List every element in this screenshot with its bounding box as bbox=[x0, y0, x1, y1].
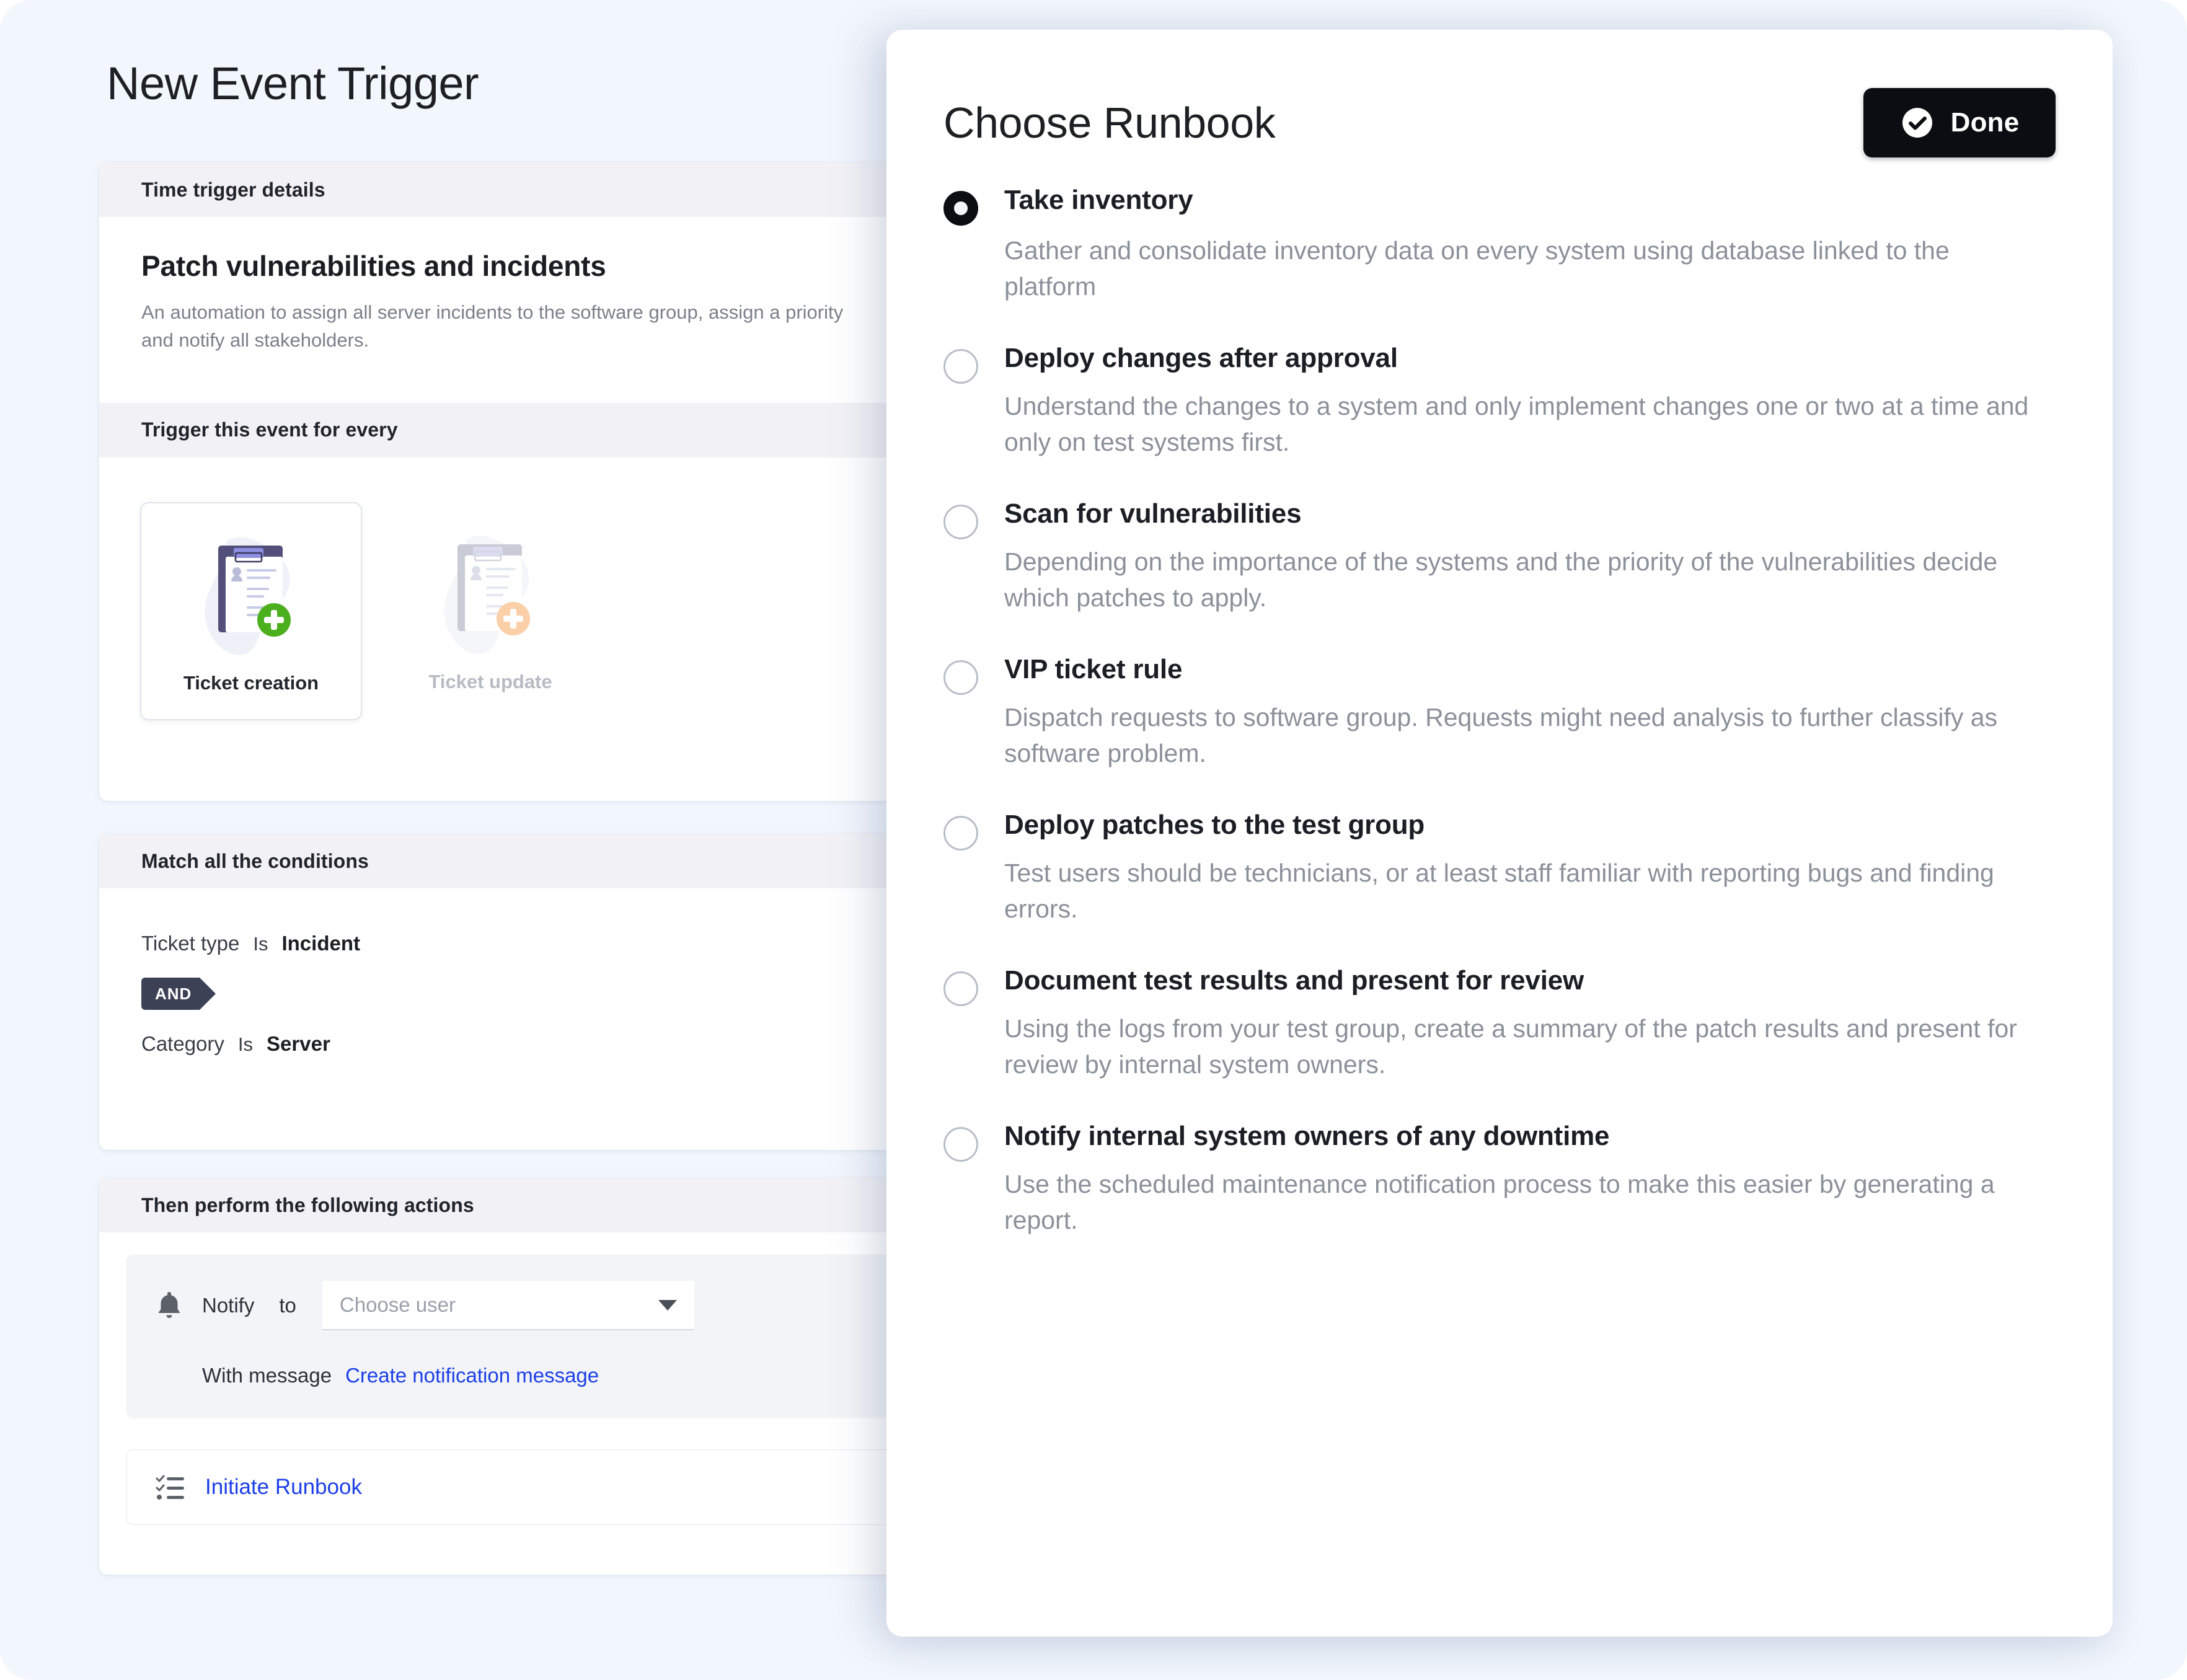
condition-row: Category Is Server bbox=[141, 1032, 917, 1056]
section-banner-label: Then perform the following actions bbox=[141, 1193, 474, 1216]
runbook-option-list: Take inventory Gather and consolidate in… bbox=[886, 185, 2113, 1238]
trigger-type-tiles: Ticket creation Ticket update bbox=[140, 502, 917, 720]
radio-button[interactable] bbox=[943, 971, 978, 1007]
page-title: New Event Trigger bbox=[107, 58, 479, 109]
condition-field: Category bbox=[141, 1032, 224, 1055]
section-banner-label: Time trigger details bbox=[141, 178, 325, 201]
option-title: Scan for vulnerabilities bbox=[1004, 498, 1302, 529]
notify-action-block: Notify to Choose user With message Creat… bbox=[126, 1255, 904, 1417]
conditions-card: Match all the conditions Ticket type Is … bbox=[99, 834, 917, 1150]
with-message-row: With message Create notification message bbox=[126, 1364, 904, 1387]
notify-preposition: to bbox=[279, 1294, 296, 1317]
condition-value: Server bbox=[267, 1032, 330, 1055]
option-description: Use the scheduled maintenance notificati… bbox=[1004, 1169, 1995, 1234]
option-title: Take inventory bbox=[1004, 185, 1193, 215]
section-banner-label: Match all the conditions bbox=[141, 849, 369, 872]
and-label: AND bbox=[155, 984, 192, 1003]
automation-description: An automation to assign all server incid… bbox=[141, 301, 844, 351]
event-trigger-page: New Event Trigger Time trigger details P… bbox=[0, 0, 967, 1680]
radio-button[interactable] bbox=[943, 816, 978, 851]
option-description: Understand the changes to a system and o… bbox=[1004, 391, 2029, 456]
bell-icon bbox=[158, 1292, 180, 1318]
trigger-tile-label: Ticket update bbox=[428, 670, 552, 692]
chevron-down-icon bbox=[658, 1299, 677, 1311]
section-banner-time-trigger: Time trigger details bbox=[99, 162, 917, 217]
modal-header: Choose Runbook Done bbox=[886, 30, 2113, 185]
choose-runbook-modal: Choose Runbook Done Take inventory Gathe… bbox=[886, 30, 2113, 1637]
section-banner-conditions: Match all the conditions bbox=[99, 834, 917, 888]
condition-row: Ticket type Is Incident bbox=[141, 932, 917, 955]
choose-user-select[interactable]: Choose user bbox=[322, 1281, 694, 1330]
section-banner-trigger-for-every: Trigger this event for every bbox=[99, 403, 917, 458]
modal-title: Choose Runbook bbox=[943, 99, 1276, 147]
automation-title: Patch vulnerabilities and incidents bbox=[141, 250, 606, 282]
done-button[interactable]: Done bbox=[1863, 88, 2056, 157]
notify-row: Notify to Choose user bbox=[126, 1281, 904, 1330]
create-notification-message-link[interactable]: Create notification message bbox=[345, 1364, 599, 1387]
initiate-runbook-link[interactable]: Initiate Runbook bbox=[205, 1475, 362, 1500]
choose-user-placeholder: Choose user bbox=[339, 1293, 456, 1316]
condition-operator: Is bbox=[253, 933, 268, 955]
runbook-option[interactable]: Deploy patches to the test group Test us… bbox=[943, 810, 2056, 927]
done-button-label: Done bbox=[1950, 107, 2020, 138]
condition-operator: Is bbox=[237, 1033, 254, 1055]
radio-button[interactable] bbox=[943, 505, 978, 540]
runbook-option[interactable]: Notify internal system owners of any dow… bbox=[943, 1121, 2056, 1238]
condition-joiner-and: AND bbox=[141, 978, 216, 1010]
option-title: Document test results and present for re… bbox=[1004, 965, 1584, 996]
trigger-tile-ticket-creation[interactable]: Ticket creation bbox=[140, 502, 362, 720]
clipboard-plus-green-icon bbox=[205, 537, 291, 655]
section-banner-label: Trigger this event for every bbox=[141, 418, 398, 441]
with-message-label: With message bbox=[202, 1364, 332, 1387]
option-title: Deploy patches to the test group bbox=[1004, 810, 1425, 841]
runbook-option[interactable]: VIP ticket rule Dispatch requests to sof… bbox=[943, 654, 2056, 771]
section-banner-actions: Then perform the following actions bbox=[99, 1178, 917, 1232]
runbook-option[interactable]: Deploy changes after approval Understand… bbox=[943, 343, 2056, 460]
radio-button[interactable] bbox=[943, 660, 978, 696]
actions-card: Then perform the following actions Notif… bbox=[99, 1178, 917, 1575]
initiate-runbook-row[interactable]: Initiate Runbook bbox=[126, 1449, 904, 1525]
trigger-tile-label: Ticket creation bbox=[183, 671, 319, 694]
runbook-option[interactable]: Scan for vulnerabilities Depending on th… bbox=[943, 498, 2056, 616]
option-title: VIP ticket rule bbox=[1004, 654, 1183, 685]
check-circle-icon bbox=[1902, 108, 1932, 138]
option-description: Test users should be technicians, or at … bbox=[1004, 858, 1994, 923]
option-description: Depending on the importance of the syste… bbox=[1004, 547, 1998, 612]
runbook-option[interactable]: Document test results and present for re… bbox=[943, 965, 2056, 1082]
runbook-option[interactable]: Take inventory Gather and consolidate in… bbox=[943, 185, 2056, 304]
clipboard-plus-orange-icon bbox=[444, 536, 530, 654]
condition-value: Incident bbox=[281, 932, 360, 955]
option-title: Notify internal system owners of any dow… bbox=[1004, 1121, 1610, 1152]
app-root: New Event Trigger Time trigger details P… bbox=[0, 0, 2187, 1680]
radio-button[interactable] bbox=[943, 191, 978, 226]
checklist-icon bbox=[156, 1475, 184, 1500]
radio-button[interactable] bbox=[943, 1127, 978, 1162]
radio-button[interactable] bbox=[943, 349, 978, 384]
trigger-tile-ticket-update[interactable]: Ticket update bbox=[379, 502, 601, 720]
time-trigger-card: Time trigger details Patch vulnerabiliti… bbox=[99, 162, 917, 801]
option-description: Dispatch requests to software group. Req… bbox=[1004, 702, 1998, 767]
option-description: Gather and consolidate inventory data on… bbox=[1004, 236, 1950, 301]
option-description: Using the logs from your test group, cre… bbox=[1004, 1014, 2017, 1079]
notify-label: Notify bbox=[202, 1294, 255, 1317]
option-title: Deploy changes after approval bbox=[1004, 343, 1398, 374]
condition-field: Ticket type bbox=[141, 932, 240, 955]
